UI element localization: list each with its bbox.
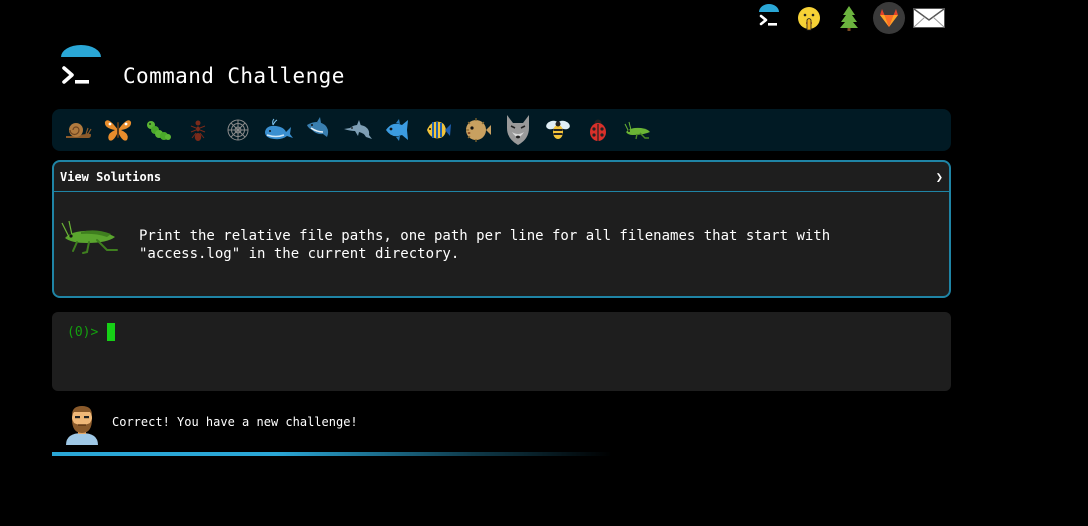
spider-web-icon[interactable]: [218, 110, 258, 150]
terminal-input[interactable]: (0)>: [52, 312, 951, 391]
chevron-right-icon: ❯: [935, 169, 943, 184]
cricket-icon: [61, 220, 121, 260]
top-icon-bar: [752, 1, 946, 35]
level-selector: [52, 109, 951, 151]
logo-icon[interactable]: [56, 44, 106, 92]
snail-icon[interactable]: [58, 110, 98, 150]
shushing-face-icon[interactable]: [792, 1, 826, 35]
ant-icon[interactable]: [178, 110, 218, 150]
bearded-man-icon: [63, 403, 101, 449]
terminal-prompt: (0)>: [67, 325, 99, 340]
bee-icon[interactable]: [538, 110, 578, 150]
view-solutions-label: View Solutions: [60, 169, 162, 184]
tree-icon[interactable]: [832, 1, 866, 35]
terminal-cursor: [107, 323, 115, 341]
page: Command Challenge View Solutions ❯ Print…: [0, 0, 1088, 526]
ladybug-icon[interactable]: [578, 110, 618, 150]
tropical-fish-icon[interactable]: [418, 110, 458, 150]
cricket-icon[interactable]: [618, 110, 658, 150]
envelope-icon[interactable]: [912, 1, 946, 35]
challenge-description: Print the relative file paths, one path …: [139, 228, 839, 262]
progress-bar: [52, 452, 612, 456]
shark-icon[interactable]: [298, 110, 338, 150]
terminal-prompt-icon[interactable]: [752, 1, 786, 35]
wolf-icon[interactable]: [498, 110, 538, 150]
caterpillar-icon[interactable]: [138, 110, 178, 150]
view-solutions-toggle[interactable]: View Solutions ❯: [54, 162, 949, 192]
fish-icon[interactable]: [378, 110, 418, 150]
whale-icon[interactable]: [258, 110, 298, 150]
challenge-body: Print the relative file paths, one path …: [54, 192, 949, 296]
challenge-card: View Solutions ❯ Print the relative file…: [52, 160, 951, 298]
butterfly-icon[interactable]: [98, 110, 138, 150]
page-title: Command Challenge: [123, 64, 345, 88]
gitlab-icon[interactable]: [872, 1, 906, 35]
dolphin-icon[interactable]: [338, 110, 378, 150]
blowfish-icon[interactable]: [458, 110, 498, 150]
feedback-message: Correct! You have a new challenge!: [112, 415, 358, 429]
